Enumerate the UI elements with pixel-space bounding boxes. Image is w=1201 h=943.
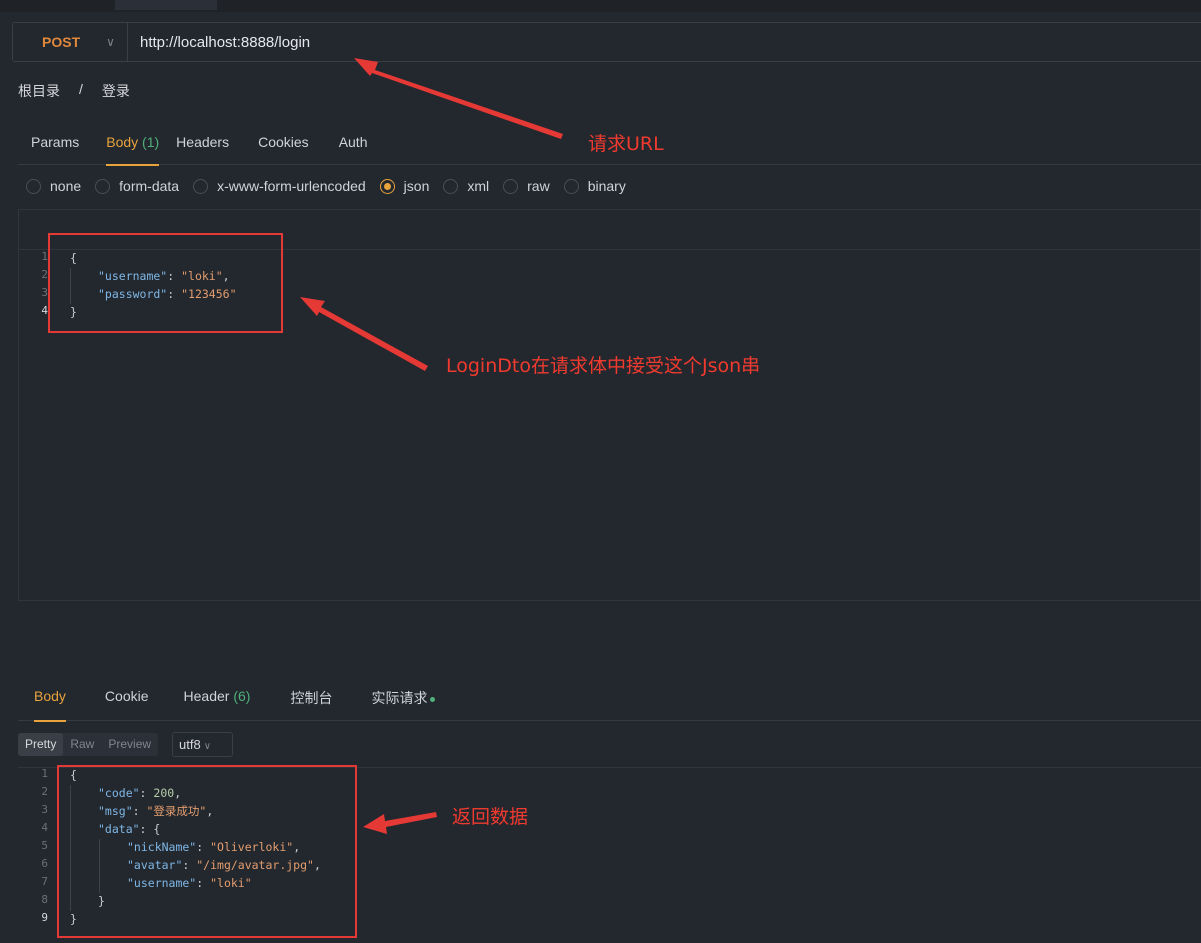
radio-label: x-www-form-urlencoded <box>217 178 366 194</box>
tab-label: Cookies <box>258 134 309 150</box>
breadcrumb-current: 登录 <box>101 83 130 99</box>
breadcrumb-root[interactable]: 根目录 <box>18 81 60 101</box>
line-number: 1 <box>41 767 48 780</box>
tab-headers[interactable]: Headers <box>176 124 229 165</box>
url-bar: POST ∨ <box>12 22 1201 62</box>
line-number: 3 <box>41 803 48 816</box>
radio-label: none <box>50 178 82 194</box>
radio-xml[interactable]: xml <box>443 178 489 194</box>
method-select[interactable]: POST ∨ <box>13 23 128 61</box>
tab-label: Body <box>106 134 139 150</box>
encoding-label: utf8 <box>179 737 201 752</box>
line-number-current: 9 <box>41 911 48 924</box>
window-tab[interactable] <box>115 0 217 10</box>
view-preview[interactable]: Preview <box>101 733 158 756</box>
tab-body[interactable]: Body (1) <box>106 124 160 166</box>
line-number: 1 <box>41 250 48 263</box>
radio-circle <box>95 178 111 194</box>
line-number: 8 <box>41 893 48 906</box>
radio-label: json <box>403 178 430 194</box>
radio-label: raw <box>527 178 550 194</box>
breadcrumb: 根目录 / 登录 <box>18 81 130 101</box>
line-number: 2 <box>41 268 48 281</box>
radio-circle <box>379 178 395 194</box>
view-raw[interactable]: Raw <box>63 733 101 756</box>
radio-json[interactable]: json <box>379 178 430 194</box>
request-body-highlight <box>48 233 283 333</box>
tab-response-body[interactable]: Body <box>34 678 66 722</box>
body-type-group: none form-data x-www-form-urlencoded jso… <box>26 178 640 194</box>
tab-label: 实际请求 <box>371 690 428 706</box>
tab-cookies[interactable]: Cookies <box>258 124 309 165</box>
radio-circle <box>503 178 519 194</box>
tab-label: Cookie <box>104 688 149 704</box>
radio-label: binary <box>587 178 626 194</box>
method-label: POST <box>42 34 81 50</box>
view-pretty[interactable]: Pretty <box>18 733 64 756</box>
tab-label: 控制台 <box>290 690 333 706</box>
tab-actual-request[interactable]: 实际请求 <box>371 678 436 721</box>
line-number: 6 <box>41 857 48 870</box>
radio-binary[interactable]: binary <box>563 178 626 194</box>
top-strip <box>0 0 1201 12</box>
line-number: 3 <box>41 286 48 299</box>
response-body-highlight <box>57 765 357 938</box>
radio-circle <box>26 178 41 194</box>
tab-label: Body <box>34 688 66 704</box>
tab-label: Auth <box>338 134 368 150</box>
radio-raw[interactable]: raw <box>503 178 550 194</box>
chevron-down-icon: ∨ <box>106 35 115 49</box>
chevron-down-icon: ∨ <box>203 741 212 752</box>
tab-response-cookie[interactable]: Cookie <box>105 678 149 721</box>
tab-params[interactable]: Params <box>31 124 79 165</box>
line-number-current: 4 <box>41 304 48 317</box>
encoding-select[interactable]: utf8 ∨ <box>172 732 233 757</box>
radio-circle <box>563 178 579 194</box>
radio-none[interactable]: none <box>26 178 81 194</box>
radio-label: xml <box>467 178 490 194</box>
tab-auth[interactable]: Auth <box>339 124 368 165</box>
response-tabs: Body Cookie Header (6) 控制台 实际请求 <box>18 678 1201 722</box>
radio-form-data[interactable]: form-data <box>95 178 179 194</box>
line-number: 5 <box>41 839 48 852</box>
annotation-body: LoginDto在请求体中接受这个Json串 <box>446 355 761 377</box>
radio-urlencoded[interactable]: x-www-form-urlencoded <box>193 178 366 194</box>
tab-label: Headers <box>176 134 230 150</box>
line-number: 7 <box>41 875 48 888</box>
url-input[interactable] <box>140 33 740 51</box>
line-number: 4 <box>41 821 48 834</box>
breadcrumb-separator: / <box>79 81 83 97</box>
line-number: 2 <box>41 785 48 798</box>
tab-label: Header <box>183 688 230 704</box>
tab-label: Params <box>31 134 80 150</box>
radio-label: form-data <box>119 178 180 194</box>
radio-circle <box>443 178 459 194</box>
tab-count: (6) <box>233 688 251 704</box>
status-dot <box>430 696 436 702</box>
annotation-response: 返回数据 <box>452 806 529 828</box>
radio-circle <box>193 178 209 194</box>
tab-response-header[interactable]: Header (6) <box>184 678 251 721</box>
view-mode-toggle: Pretty Raw Preview <box>18 733 159 756</box>
tab-count: (1) <box>142 134 160 150</box>
tab-console[interactable]: 控制台 <box>290 678 332 721</box>
annotation-url: 请求URL <box>588 133 664 155</box>
